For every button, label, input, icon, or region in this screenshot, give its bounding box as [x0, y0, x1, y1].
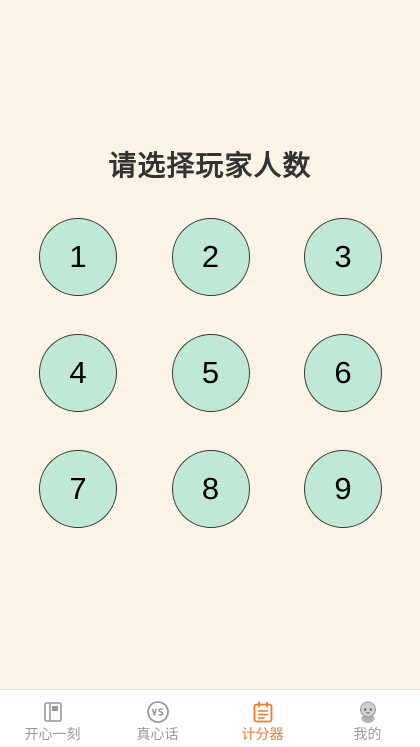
tab-jokes[interactable]: 开心一刻 [0, 690, 105, 747]
notebook-icon [43, 702, 62, 722]
tab-mine[interactable]: 我的 [315, 690, 420, 747]
vs-icon [146, 701, 169, 723]
player-count-option-5[interactable]: 5 [171, 334, 250, 412]
tab-truth[interactable]: 真心话 [105, 690, 210, 747]
player-count-grid: 1 2 3 4 5 6 7 8 9 [39, 218, 382, 528]
player-count-option-7[interactable]: 7 [39, 450, 117, 528]
player-count-option-4[interactable]: 4 [39, 334, 117, 412]
player-count-option-8[interactable]: 8 [171, 450, 250, 528]
player-count-option-1[interactable]: 1 [39, 218, 117, 296]
player-count-option-6[interactable]: 6 [304, 334, 382, 412]
tab-truth-label: 真心话 [136, 727, 179, 743]
page-title: 请选择玩家人数 [108, 149, 312, 182]
tab-scorer-label: 计分器 [241, 727, 284, 743]
avatar-icon [359, 701, 376, 723]
tab-mine-label: 我的 [353, 727, 382, 743]
tab-jokes-label: 开心一刻 [24, 727, 81, 743]
player-count-option-3[interactable]: 3 [304, 218, 382, 296]
tab-scorer[interactable]: 计分器 [210, 690, 315, 747]
player-count-option-9[interactable]: 9 [304, 450, 382, 528]
clipboard-icon [253, 701, 272, 723]
bottom-tab-bar: 开心一刻 真心话 计分器 我的 [0, 689, 420, 747]
player-count-option-2[interactable]: 2 [171, 218, 250, 296]
